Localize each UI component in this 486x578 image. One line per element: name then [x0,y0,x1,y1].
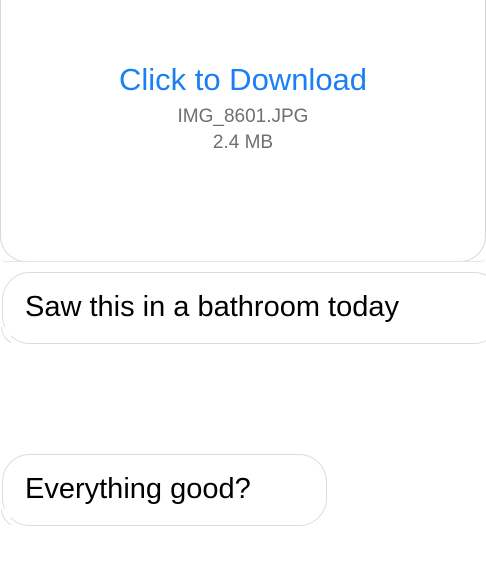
attachment-file-size: 2.4 MB [212,132,274,153]
bubble-tail-icon [0,327,11,345]
message-bubble[interactable]: Saw this in a bathroom today [2,272,486,344]
message-bubble[interactable]: Everything good? [2,454,327,526]
message-text: Everything good? [25,473,251,505]
download-link[interactable]: Click to Download [0,62,486,98]
message-text: Saw this in a bathroom today [25,291,399,323]
attachment-file-name: IMG_8601.JPG [177,106,309,127]
bubble-tail-icon [0,509,11,527]
